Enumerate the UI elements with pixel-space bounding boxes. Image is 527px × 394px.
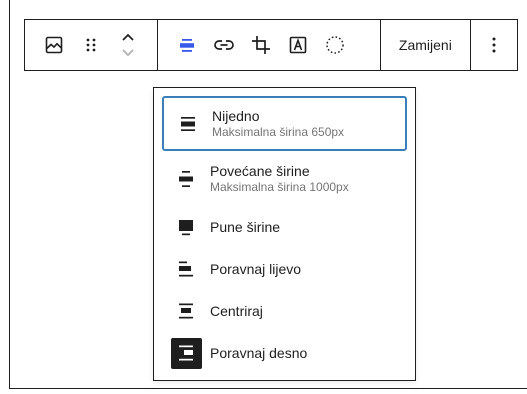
menu-item-left[interactable]: Poravnaj lijevo [162, 250, 407, 288]
align-right-icon [162, 337, 210, 369]
align-wide-icon [162, 170, 210, 188]
menu-item-label: Pune širine [210, 218, 281, 235]
image-icon[interactable] [35, 21, 72, 69]
select-circle-icon[interactable] [316, 21, 353, 69]
menu-item-wide[interactable]: Povećane širine Maksimalna širina 1000px [162, 156, 407, 202]
menu-item-right[interactable]: Poravnaj desno [162, 333, 407, 373]
drag-handle-icon[interactable] [72, 21, 109, 69]
block-toolbar: Zamijeni [24, 19, 518, 71]
align-icon[interactable] [168, 21, 205, 69]
menu-item-sublabel: Maksimalna širina 1000px [210, 180, 349, 194]
block-toolbar-group-block [25, 20, 159, 70]
more-vertical-icon [492, 37, 496, 53]
alignment-dropdown: Nijedno Maksimalna širina 650px Povećane… [153, 87, 416, 381]
menu-item-full[interactable]: Pune širine [162, 208, 407, 246]
replace-button[interactable]: Zamijeni [381, 20, 472, 70]
block-toolbar-group-tools [158, 20, 381, 70]
align-center-icon [162, 302, 210, 320]
menu-item-label: Poravnaj lijevo [210, 260, 302, 277]
link-icon[interactable] [205, 21, 242, 69]
align-none-icon [164, 116, 212, 132]
text-overlay-icon[interactable] [279, 21, 316, 69]
menu-item-label: Poravnaj desno [210, 344, 308, 361]
move-up-down-icon[interactable] [109, 21, 146, 69]
menu-item-center[interactable]: Centriraj [162, 292, 407, 330]
crop-icon[interactable] [242, 21, 279, 69]
menu-item-none[interactable]: Nijedno Maksimalna širina 650px [162, 96, 407, 151]
menu-item-label: Nijedno [212, 107, 260, 124]
menu-item-label: Centriraj [210, 302, 263, 319]
menu-item-sublabel: Maksimalna širina 650px [212, 124, 345, 139]
replace-label: Zamijeni [398, 37, 452, 53]
menu-item-label: Povećane širine [210, 163, 310, 179]
more-options-button[interactable] [471, 20, 517, 70]
align-left-icon [162, 260, 210, 278]
align-full-icon [162, 218, 210, 236]
